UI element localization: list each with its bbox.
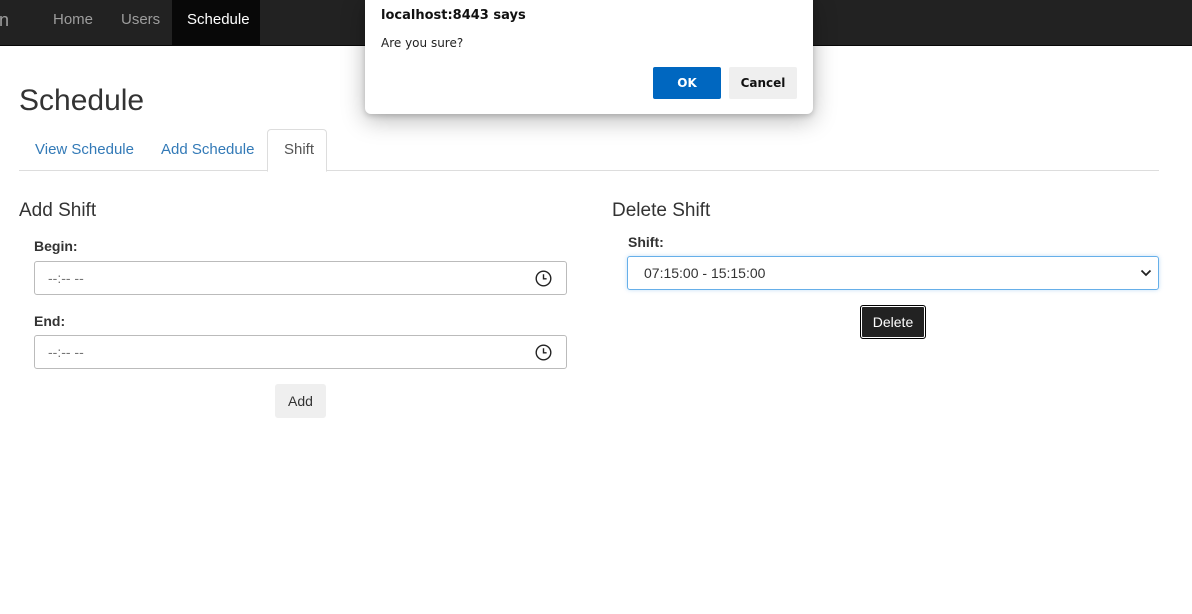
dialog-title: localhost:8443 says xyxy=(381,8,526,23)
end-time-value: --:-- -- xyxy=(48,344,84,360)
end-label: End: xyxy=(34,313,66,329)
add-shift-button[interactable]: Add xyxy=(275,384,326,418)
add-shift-title: Add Shift xyxy=(19,200,97,221)
chevron-down-icon xyxy=(1140,269,1152,277)
schedule-tabs: View Schedule Add Schedule Shift xyxy=(19,129,1159,172)
dialog-message: Are you sure? xyxy=(381,36,464,50)
clock-icon[interactable] xyxy=(535,270,552,287)
delete-shift-button[interactable]: Delete xyxy=(860,305,926,339)
nav-item-schedule[interactable]: Schedule xyxy=(172,0,260,45)
tab-view-schedule[interactable]: View Schedule xyxy=(19,129,150,171)
shift-label: Shift: xyxy=(628,234,664,250)
confirm-dialog: localhost:8443 says Are you sure? OK Can… xyxy=(365,0,813,114)
cancel-button[interactable]: Cancel xyxy=(729,67,797,99)
shift-select-value: 07:15:00 - 15:15:00 xyxy=(644,265,766,281)
tab-add-schedule[interactable]: Add Schedule xyxy=(145,129,270,171)
nav-item-home[interactable]: Home xyxy=(38,0,108,45)
begin-time-input[interactable]: --:-- -- xyxy=(34,261,567,295)
begin-time-value: --:-- -- xyxy=(48,270,84,286)
page-title: Schedule xyxy=(19,84,145,117)
nav-item-users[interactable]: Users xyxy=(106,0,175,45)
shift-select[interactable]: 07:15:00 - 15:15:00 xyxy=(627,256,1159,290)
delete-shift-title: Delete Shift xyxy=(612,200,711,221)
tab-shift[interactable]: Shift xyxy=(267,129,327,172)
end-time-input[interactable]: --:-- -- xyxy=(34,335,567,369)
ok-button[interactable]: OK xyxy=(653,67,721,99)
begin-label: Begin: xyxy=(34,238,78,254)
clock-icon[interactable] xyxy=(535,344,552,361)
navbar-brand[interactable]: nin xyxy=(0,0,9,45)
